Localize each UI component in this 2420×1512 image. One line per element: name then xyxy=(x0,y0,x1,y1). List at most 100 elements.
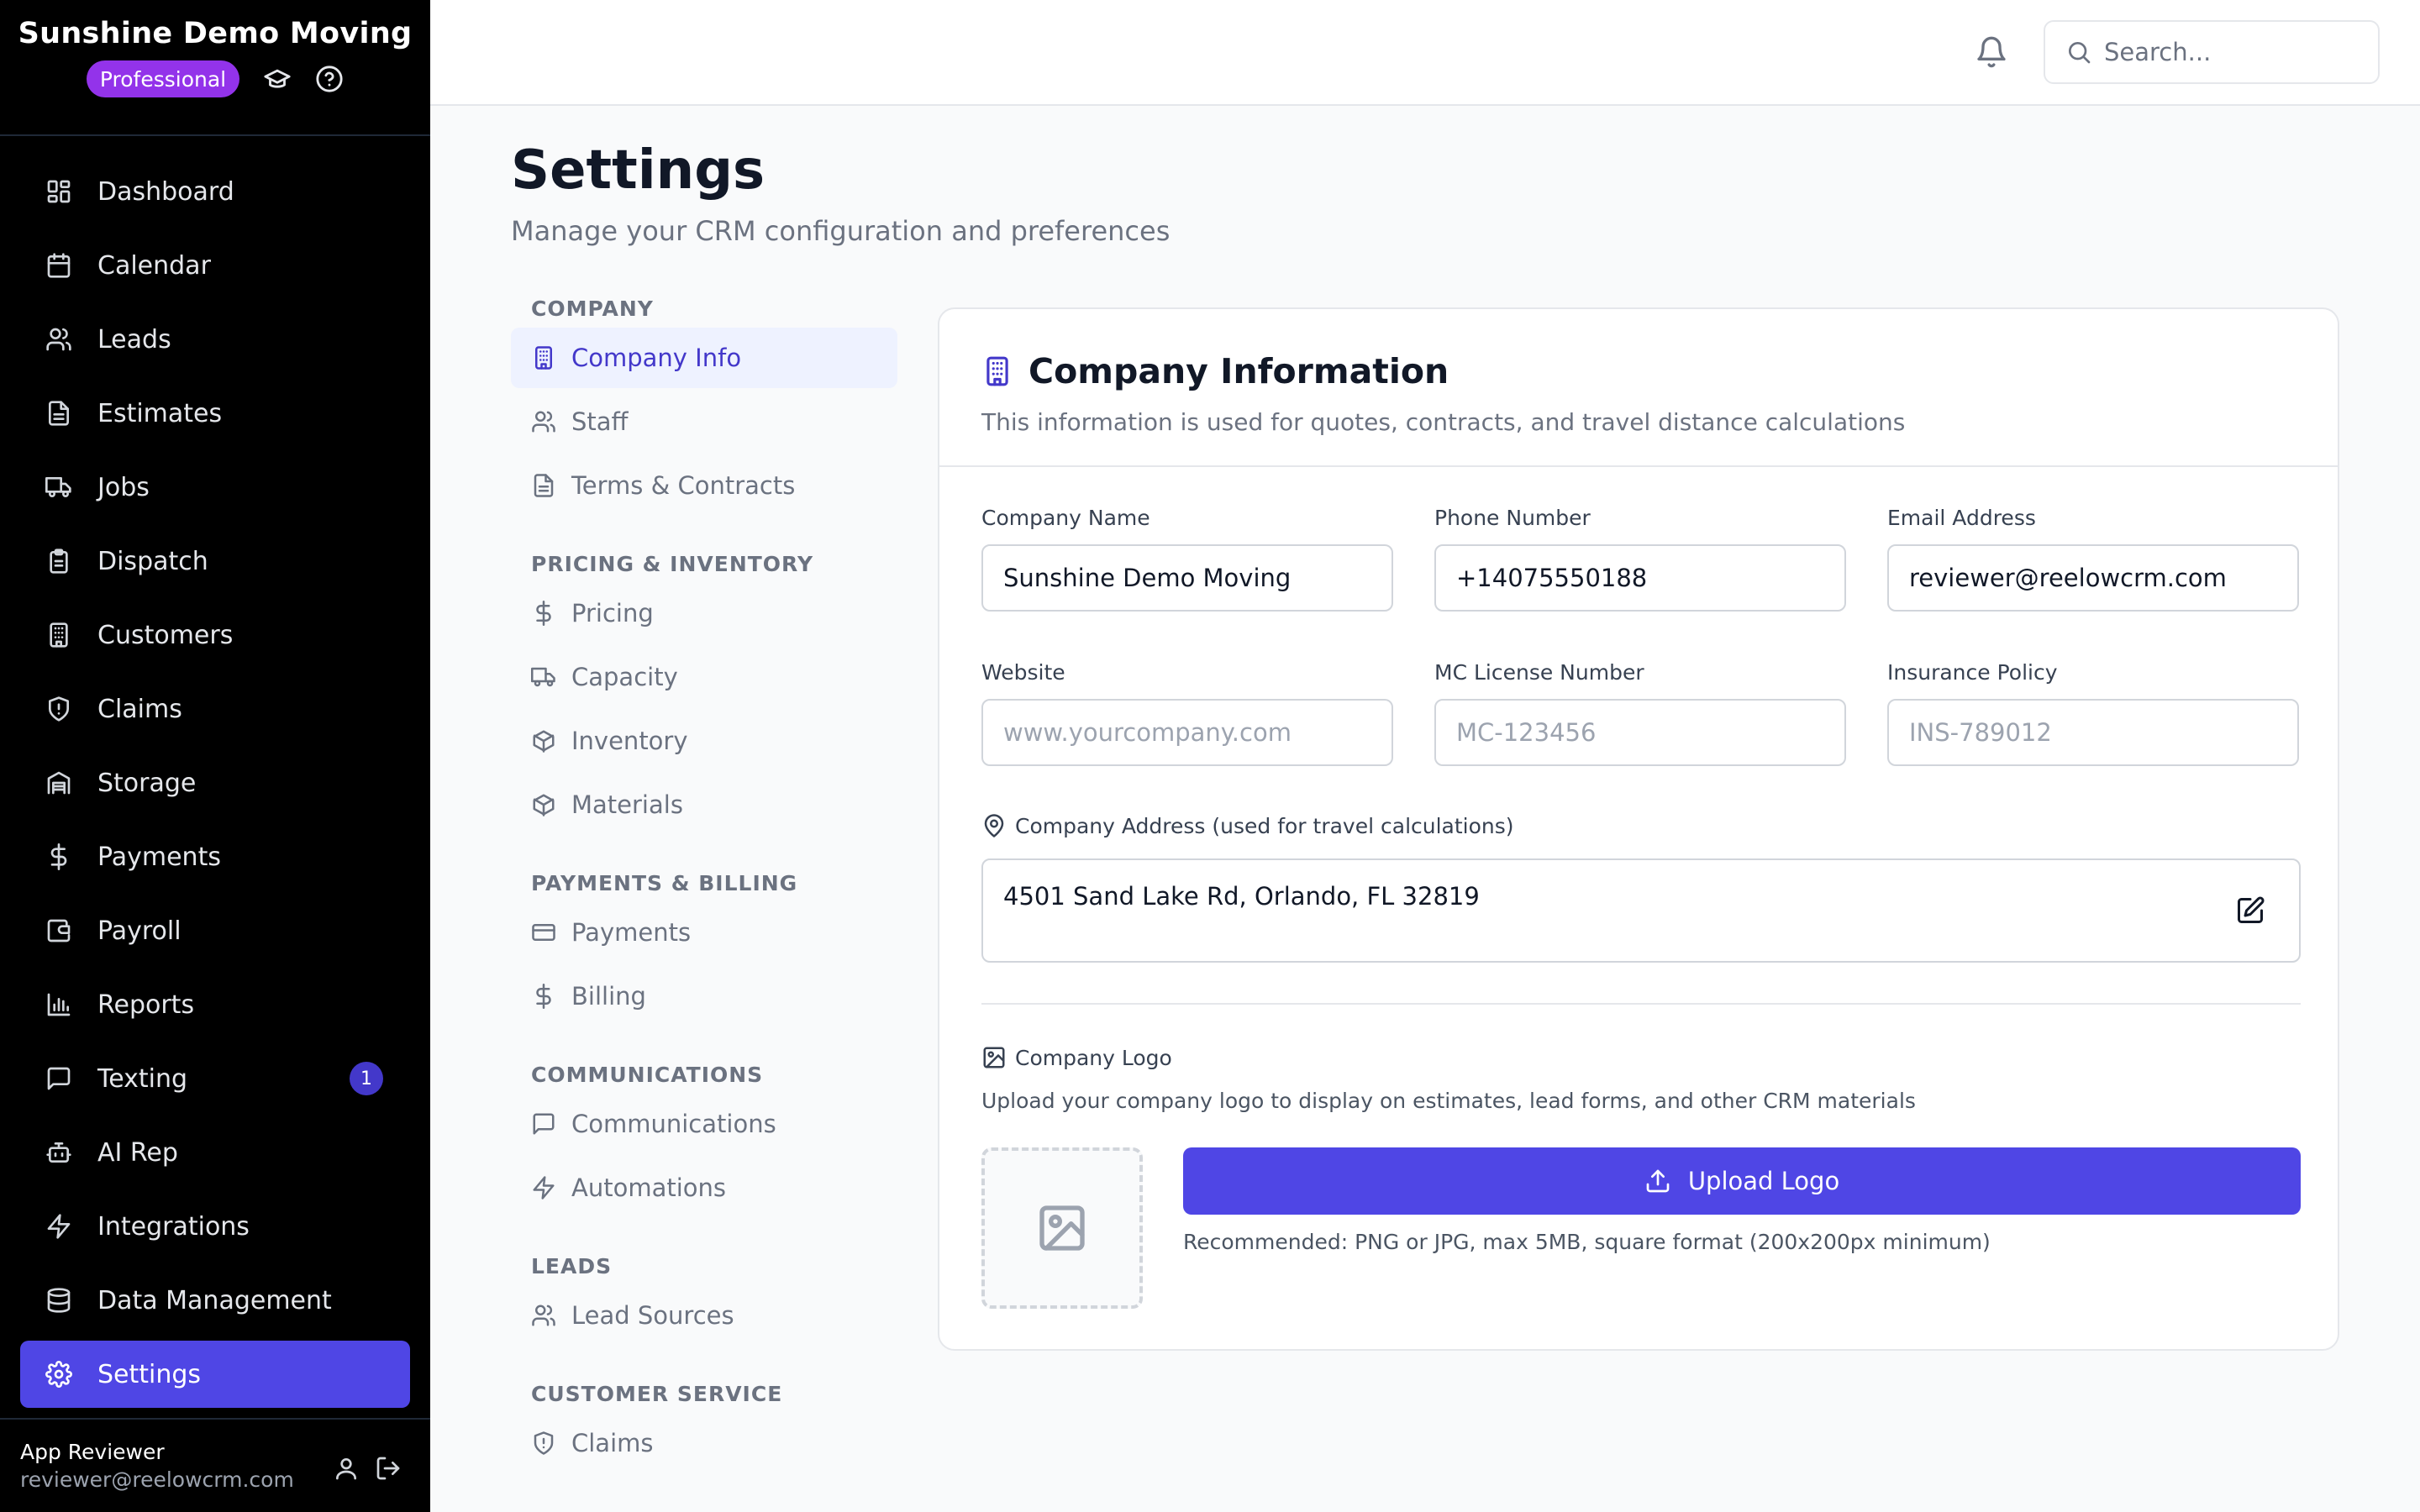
sidebar-item-jobs[interactable]: Jobs xyxy=(20,454,410,521)
sidebar-item-payroll[interactable]: Payroll xyxy=(20,897,410,964)
sidebar-item-dashboard[interactable]: Dashboard xyxy=(20,158,410,225)
sidebar-item-label: Customers xyxy=(97,620,234,650)
sidebar-item-customers[interactable]: Customers xyxy=(20,601,410,669)
address-value: 4501 Sand Lake Rd, Orlando, FL 32819 xyxy=(1003,882,1480,911)
user-profile-icon[interactable] xyxy=(333,1455,360,1482)
settings-nav-label: Lead Sources xyxy=(571,1301,734,1330)
sidebar-item-label: Estimates xyxy=(97,398,223,428)
message-icon xyxy=(47,1067,71,1090)
settings-nav-label: Claims xyxy=(571,1429,654,1457)
sidebar-item-label: Reports xyxy=(97,990,195,1020)
email-input[interactable] xyxy=(1887,544,2299,612)
settings-nav-materials[interactable]: Materials xyxy=(511,774,897,835)
company-info-card: Company Information This information is … xyxy=(938,307,2339,1351)
top-bar xyxy=(430,0,2420,106)
sidebar-item-label: Jobs xyxy=(97,472,150,502)
settings-nav-communications[interactable]: Communications xyxy=(511,1094,897,1154)
card-title: Company Information xyxy=(1028,351,1449,391)
settings-nav-pricing[interactable]: Pricing xyxy=(511,583,897,643)
settings-nav-inventory[interactable]: Inventory xyxy=(511,711,897,771)
message-icon xyxy=(533,1113,555,1135)
truck-icon xyxy=(45,477,71,497)
phone-field: Phone Number xyxy=(1434,506,1846,612)
settings-nav-claims[interactable]: Claims xyxy=(511,1413,897,1473)
address-field[interactable]: 4501 Sand Lake Rd, Orlando, FL 32819 xyxy=(981,858,2301,963)
settings-nav-capacity[interactable]: Capacity xyxy=(511,647,897,707)
settings-nav: COMPANY Company Info Staff Terms & Contract… xyxy=(511,289,897,1477)
sidebar-item-data-management[interactable]: Data Management xyxy=(20,1267,410,1334)
sidebar-item-estimates[interactable]: Estimates xyxy=(20,380,410,447)
mc-license-label: MC License Number xyxy=(1434,660,1644,685)
settings-nav-lead-sources[interactable]: Lead Sources xyxy=(511,1285,897,1346)
settings-section-heading: CUSTOMER SERVICE xyxy=(531,1381,783,1406)
clipboard-icon xyxy=(50,549,68,574)
sidebar-item-reports[interactable]: Reports xyxy=(20,971,410,1038)
sidebar-item-dispatch[interactable]: Dispatch xyxy=(20,528,410,595)
dashboard-icon xyxy=(47,180,71,203)
card-header: Company Information This information is … xyxy=(939,309,2338,467)
sidebar-item-label: Calendar xyxy=(97,250,211,281)
email-field: Email Address xyxy=(1887,506,2299,612)
website-label: Website xyxy=(981,660,1065,685)
company-name-input[interactable] xyxy=(981,544,1393,612)
mc-license-input[interactable] xyxy=(1434,699,1846,766)
sidebar-item-claims[interactable]: Claims xyxy=(20,675,410,743)
insurance-label: Insurance Policy xyxy=(1887,660,2058,685)
sidebar-item-label: AI Rep xyxy=(97,1137,178,1168)
insurance-input[interactable] xyxy=(1887,699,2299,766)
sidebar-item-texting[interactable]: Texting 1 xyxy=(20,1045,410,1112)
address-label-row: Company Address (used for travel calcula… xyxy=(981,813,1514,838)
phone-input[interactable] xyxy=(1434,544,1846,612)
search-box[interactable] xyxy=(2044,20,2380,84)
logo-label-row: Company Logo xyxy=(981,1045,1172,1070)
logout-icon[interactable] xyxy=(375,1455,402,1482)
graduation-cap-icon[interactable] xyxy=(263,65,292,93)
wallet-icon xyxy=(47,919,71,942)
search-icon xyxy=(2069,42,2091,64)
settings-nav-terms-and-contracts[interactable]: Terms & Contracts xyxy=(511,455,897,516)
sidebar-item-calendar[interactable]: Calendar xyxy=(20,232,410,299)
edit-icon[interactable] xyxy=(2235,895,2265,926)
map-pin-icon xyxy=(984,814,1004,837)
plan-badge[interactable]: Professional xyxy=(86,60,240,97)
settings-nav-billing[interactable]: Billing xyxy=(511,966,897,1026)
sidebar-item-leads[interactable]: Leads xyxy=(20,306,410,373)
card-icon xyxy=(532,924,555,941)
dollar-icon xyxy=(536,601,551,626)
logo-preview[interactable] xyxy=(981,1147,1143,1309)
users-icon xyxy=(532,411,555,433)
sidebar-item-payments[interactable]: Payments xyxy=(20,823,410,890)
sidebar-item-settings[interactable]: Settings xyxy=(20,1341,410,1408)
settings-nav-label: Payments xyxy=(571,918,692,947)
settings-nav-company-info[interactable]: Company Info xyxy=(511,328,897,388)
upload-logo-button[interactable]: Upload Logo xyxy=(1183,1147,2301,1215)
settings-nav-payments[interactable]: Payments xyxy=(511,902,897,963)
upload-logo-label: Upload Logo xyxy=(1687,1167,1840,1195)
settings-nav-label: Automations xyxy=(571,1173,727,1202)
building-icon xyxy=(50,622,68,648)
settings-section-heading: COMPANY xyxy=(531,296,654,321)
settings-nav-label: Pricing xyxy=(571,599,654,627)
settings-nav-automations[interactable]: Automations xyxy=(511,1158,897,1218)
sidebar-item-label: Payments xyxy=(97,842,221,872)
sidebar-item-integrations[interactable]: Integrations xyxy=(20,1193,410,1260)
search-input[interactable] xyxy=(2104,38,2356,66)
help-circle-icon[interactable] xyxy=(315,65,344,93)
card-title-row: Company Information xyxy=(981,351,2338,391)
sidebar-item-ai-rep[interactable]: AI Rep xyxy=(20,1119,410,1186)
settings-nav-staff[interactable]: Staff xyxy=(511,391,897,452)
website-input[interactable] xyxy=(981,699,1393,766)
zap-icon xyxy=(47,1214,71,1239)
bell-icon[interactable] xyxy=(1975,35,2008,69)
building-icon xyxy=(986,356,1008,386)
insurance-field: Insurance Policy xyxy=(1887,660,2299,766)
users-icon xyxy=(532,1305,555,1326)
settings-nav-label: Company Info xyxy=(571,344,742,372)
image-placeholder-icon xyxy=(1039,1205,1085,1251)
settings-nav-label: Terms & Contracts xyxy=(571,471,796,500)
settings-nav-label: Materials xyxy=(571,790,683,819)
page-subtitle: Manage your CRM configuration and prefer… xyxy=(511,215,1171,247)
sidebar-item-storage[interactable]: Storage xyxy=(20,749,410,816)
settings-section-heading: LEADS xyxy=(531,1253,613,1278)
